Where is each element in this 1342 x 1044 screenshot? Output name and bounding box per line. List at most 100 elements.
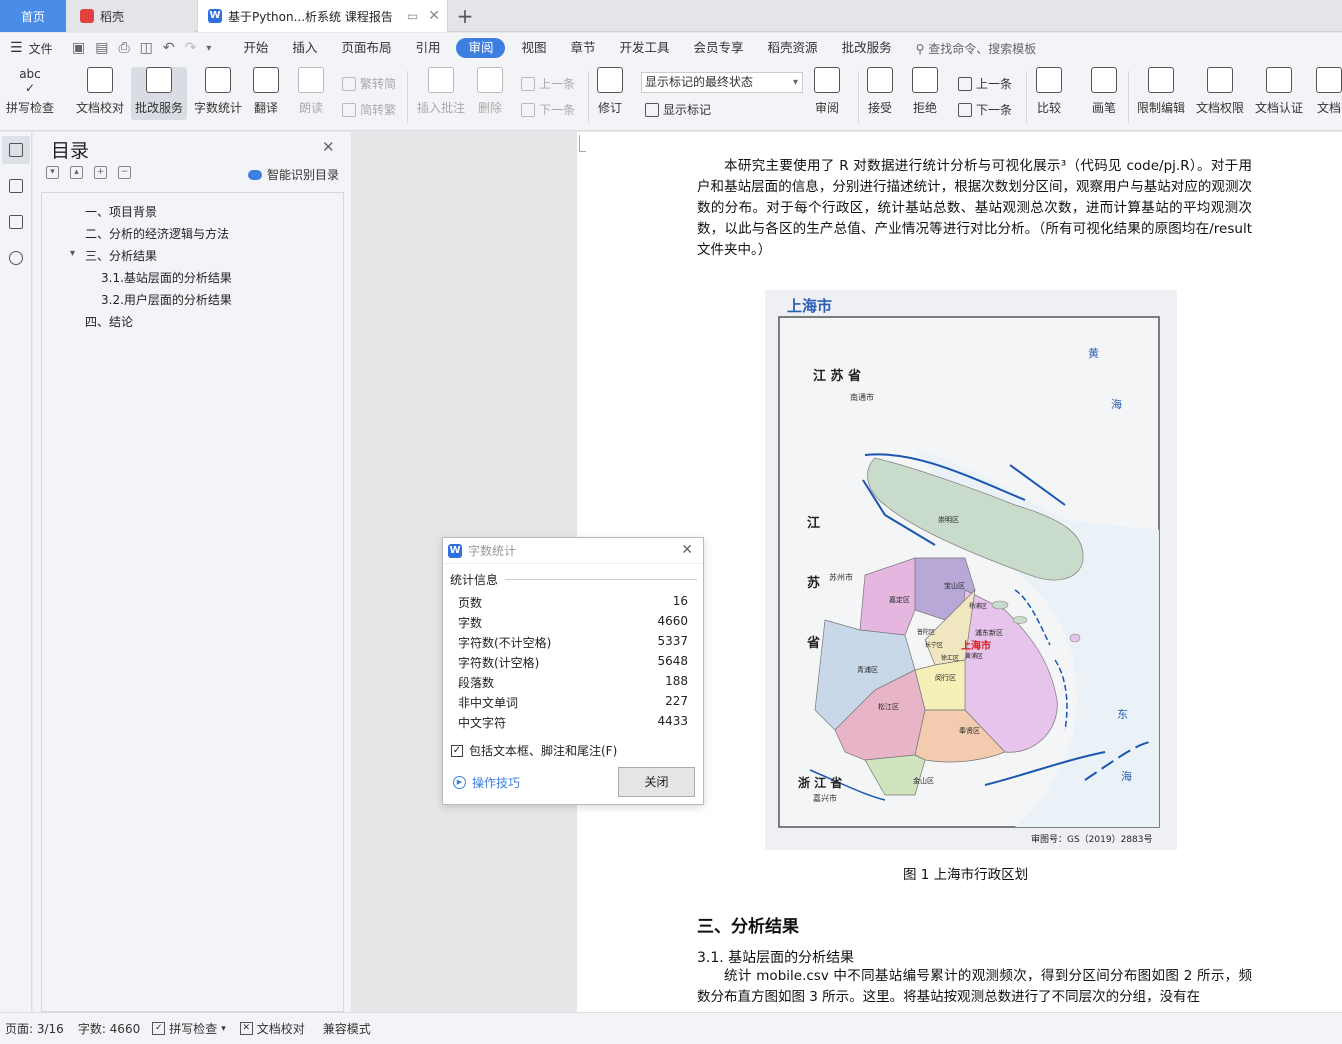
search-icon[interactable] bbox=[9, 251, 23, 265]
tips-label: 操作技巧 bbox=[472, 776, 521, 790]
figure-caption: 图 1 上海市行政区划 bbox=[903, 867, 1029, 883]
stat-value: 5337 bbox=[657, 634, 688, 648]
translate-button[interactable]: 翻译 bbox=[253, 67, 279, 116]
restrict-edit-button[interactable]: 限制编辑 bbox=[1137, 67, 1185, 116]
close-icon[interactable]: ✕ bbox=[681, 542, 693, 558]
menu-tab-member[interactable]: 会员专享 bbox=[682, 38, 756, 58]
add-heading-icon[interactable]: + bbox=[94, 166, 107, 179]
tab-document[interactable]: W 基于Python...析系统 课程报告 ▭ ✕ bbox=[197, 0, 448, 32]
collapse-all-icon[interactable]: ▴ bbox=[70, 166, 83, 179]
export-pdf-icon[interactable]: ▤ bbox=[95, 40, 108, 56]
word-count-button[interactable]: 字数统计 bbox=[194, 67, 242, 116]
doc-proof-button[interactable]: 文档校对 bbox=[76, 67, 124, 116]
markup-state-select[interactable]: 显示标记的最终状态 bbox=[641, 72, 803, 93]
smart-toc-button[interactable]: 智能识别目录 bbox=[248, 166, 339, 183]
menu-tab-chapter[interactable]: 章节 bbox=[559, 38, 608, 58]
new-tab-button[interactable]: + bbox=[452, 0, 478, 32]
menu-tabs: 开始 插入 页面布局 引用 审阅 视图 章节 开发工具 会员专享 稻壳资源 批改… bbox=[231, 38, 903, 58]
close-tab-icon[interactable]: ✕ bbox=[428, 8, 440, 24]
doc-certify-button[interactable]: 文档认证 bbox=[1255, 67, 1303, 116]
label-minhang: 闵行区 bbox=[935, 673, 956, 682]
menu-tab-review-service[interactable]: 批改服务 bbox=[830, 38, 904, 58]
toc-item[interactable]: 四、结论 bbox=[85, 313, 133, 330]
menu-tab-reference[interactable]: 引用 bbox=[403, 38, 452, 58]
toc-panel-icon[interactable] bbox=[9, 143, 23, 157]
close-icon[interactable]: ✕ bbox=[322, 138, 335, 156]
next-change-button[interactable]: 下一条 bbox=[958, 101, 1012, 118]
menu-tab-devtools[interactable]: 开发工具 bbox=[608, 38, 682, 58]
trad-to-simp-button[interactable]: 繁转简 bbox=[342, 75, 396, 92]
tab-home[interactable]: 首页 bbox=[0, 0, 66, 32]
dialog-title: 字数统计 bbox=[468, 544, 517, 558]
read-aloud-button[interactable]: 朗读 bbox=[298, 67, 324, 116]
map-title: 上海市 bbox=[787, 297, 832, 315]
expand-all-icon[interactable]: ▾ bbox=[46, 166, 59, 179]
toc-item[interactable]: 二、分析的经济逻辑与方法 bbox=[85, 225, 229, 242]
prev-comment-button[interactable]: 上一条 bbox=[521, 75, 575, 92]
section-divider bbox=[505, 579, 697, 580]
toc-item[interactable]: 三、分析结果 bbox=[85, 247, 157, 264]
prev-change-button[interactable]: 上一条 bbox=[958, 75, 1012, 92]
review-pane-button[interactable]: 审阅 bbox=[814, 67, 840, 116]
tab-document-label: 基于Python...析系统 课程报告 bbox=[228, 9, 393, 24]
menu-tab-docer-resources[interactable]: 稻壳资源 bbox=[756, 38, 830, 58]
simp-to-trad-label: 简转繁 bbox=[360, 103, 397, 117]
tips-link[interactable]: ▶ 操作技巧 bbox=[453, 774, 520, 791]
status-doc-proof[interactable]: ✕ 文档校对 bbox=[239, 1020, 305, 1037]
simp-to-trad-button[interactable]: 简转繁 bbox=[342, 101, 396, 118]
doc-proof-label: 文档校对 bbox=[76, 101, 125, 115]
tab-docer[interactable]: 稻壳 bbox=[68, 0, 194, 32]
compare-button[interactable]: 比较 bbox=[1036, 67, 1062, 116]
command-search[interactable]: ⚲ 查找命令、搜索模板 bbox=[916, 40, 1037, 57]
print-icon[interactable]: ⎙ bbox=[118, 40, 129, 56]
track-changes-button[interactable]: 修订 bbox=[597, 67, 623, 116]
label-hai: 海 bbox=[1111, 397, 1122, 411]
file-menu-label: 文件 bbox=[28, 41, 53, 56]
reject-label: 拒绝 bbox=[912, 101, 937, 115]
insert-comment-button[interactable]: 插入批注 bbox=[417, 67, 465, 116]
menu-tab-insert[interactable]: 插入 bbox=[280, 38, 329, 58]
read-aloud-icon bbox=[298, 67, 324, 93]
delete-comment-button[interactable]: 删除 bbox=[477, 67, 503, 116]
status-spell-check[interactable]: ✓ 拼写检查 ▾ bbox=[152, 1020, 226, 1037]
reject-button[interactable]: 拒绝 bbox=[912, 67, 938, 116]
menu-tab-start[interactable]: 开始 bbox=[231, 38, 280, 58]
pin-icon[interactable]: ▭ bbox=[407, 9, 418, 23]
accept-button[interactable]: 接受 bbox=[867, 67, 893, 116]
toc-item[interactable]: 一、项目背景 bbox=[85, 203, 157, 220]
chevron-down-icon[interactable]: ▾ bbox=[70, 248, 75, 259]
next-comment-button[interactable]: 下一条 bbox=[521, 101, 575, 118]
remove-heading-icon[interactable]: − bbox=[118, 166, 131, 179]
paragraph-station-results: 统计 mobile.csv 中不同基站编号累计的观测频次，得到分区间分布图如图 … bbox=[697, 968, 1252, 1005]
spell-check-button[interactable]: abc ✓ 拼写检查 bbox=[6, 67, 54, 116]
page-indicator[interactable]: 页面: 3/16 bbox=[5, 1020, 64, 1037]
include-textbox-label: 包括文本框、脚注和尾注(F) bbox=[469, 744, 618, 758]
menu-tab-view[interactable]: 视图 bbox=[509, 38, 558, 58]
save-icon[interactable]: ▣ bbox=[72, 40, 85, 56]
bookmark-icon[interactable] bbox=[9, 215, 23, 229]
toc-item[interactable]: 3.1.基站层面的分析结果 bbox=[101, 269, 232, 286]
more-doc-button[interactable]: 文档 bbox=[1316, 67, 1342, 116]
menu-tab-review[interactable]: 审阅 bbox=[456, 38, 506, 58]
word-count-label: 字数统计 bbox=[194, 101, 243, 115]
redo-icon[interactable]: ↷ bbox=[185, 40, 197, 56]
review-service-button[interactable]: 批改服务 bbox=[131, 67, 188, 120]
dialog-titlebar[interactable]: W 字数统计 bbox=[443, 538, 703, 564]
pen-button[interactable]: 画笔 bbox=[1091, 67, 1117, 116]
reject-icon bbox=[912, 67, 938, 93]
close-button[interactable]: 关闭 bbox=[618, 767, 695, 797]
include-textbox-checkbox[interactable]: ✓ 包括文本框、脚注和尾注(F) bbox=[451, 742, 617, 759]
file-menu[interactable]: ☰ 文件 bbox=[0, 40, 66, 57]
print-preview-icon[interactable]: ◫ bbox=[140, 40, 153, 56]
track-changes-label: 修订 bbox=[597, 101, 622, 115]
ribbon-divider bbox=[588, 71, 589, 123]
chapter-nav-icon[interactable] bbox=[9, 179, 23, 193]
doc-permission-button[interactable]: 文档权限 bbox=[1196, 67, 1244, 116]
toc-item[interactable]: 3.2.用户层面的分析结果 bbox=[101, 291, 232, 308]
menu-tab-layout[interactable]: 页面布局 bbox=[329, 38, 403, 58]
ribbon-divider bbox=[1128, 71, 1129, 123]
word-count-indicator[interactable]: 字数: 4660 bbox=[78, 1020, 140, 1037]
customize-icon[interactable]: ▾ bbox=[206, 43, 211, 54]
show-markup-button[interactable]: 显示标记 bbox=[645, 101, 711, 118]
undo-icon[interactable]: ↶ bbox=[163, 40, 175, 56]
